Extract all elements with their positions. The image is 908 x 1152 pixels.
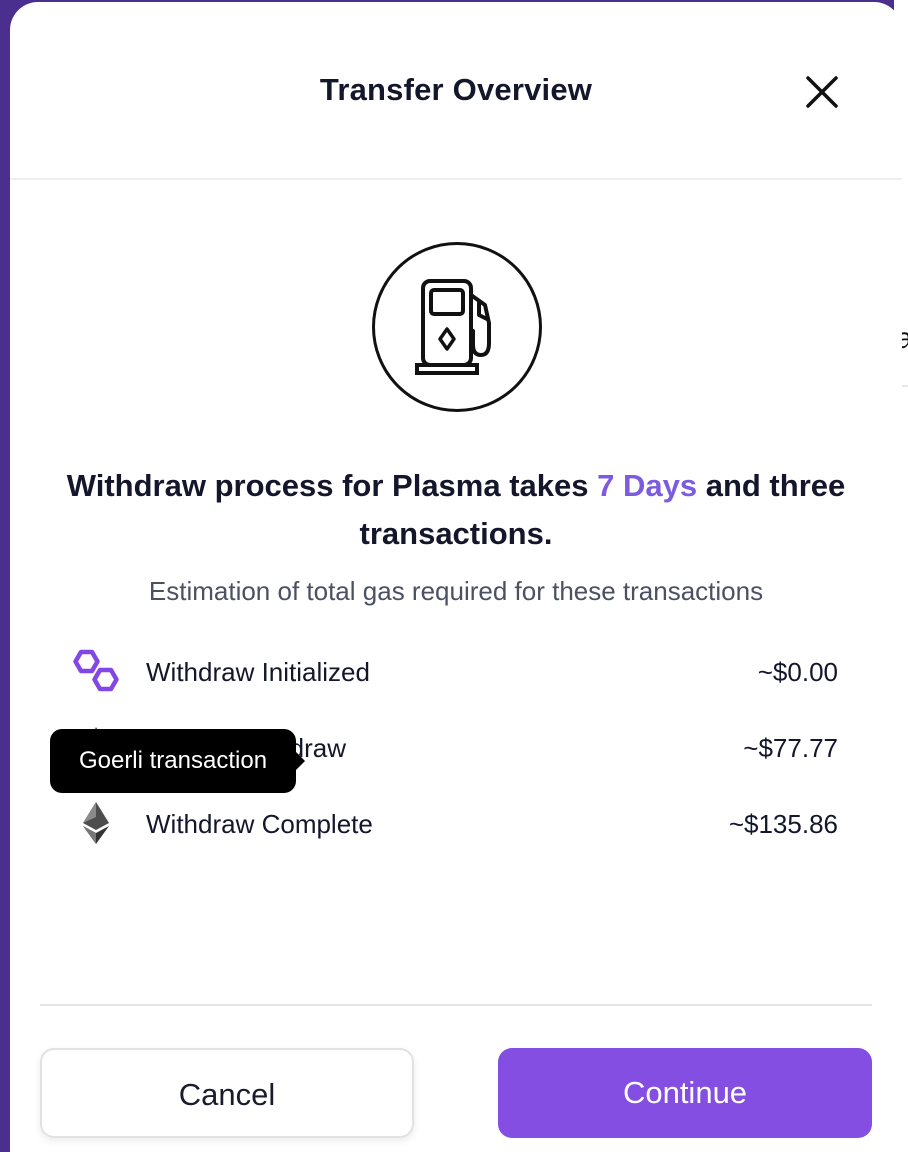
ethereum-icon — [83, 802, 109, 844]
transaction-label: Withdraw Initialized — [146, 657, 370, 687]
close-button[interactable] — [800, 70, 844, 114]
network-tooltip: Goerli transaction — [50, 729, 296, 793]
transfer-overview-modal: Transfer Overview Withdraw process for P… — [10, 2, 902, 1152]
tooltip-arrow — [294, 750, 305, 772]
modal-title: Transfer Overview — [319, 72, 593, 107]
footer-divider — [40, 1004, 872, 1006]
polygon-icon — [73, 649, 119, 692]
continue-button[interactable]: Continue — [498, 1048, 872, 1138]
gas-estimation-subtitle: Estimation of total gas required for the… — [148, 576, 764, 606]
cancel-button[interactable]: Cancel — [40, 1048, 414, 1138]
transaction-row: Withdraw Initialized ~$0.00 — [10, 647, 902, 697]
modal-header: Transfer Overview — [10, 2, 902, 180]
transaction-gas-amount: ~$77.77 — [743, 733, 838, 763]
transaction-gas-amount: ~$0.00 — [757, 657, 838, 687]
close-icon — [806, 76, 838, 108]
gas-pump-icon — [415, 279, 491, 375]
withdraw-headline: Withdraw process for Plasma takes 7 Days… — [50, 462, 862, 558]
transaction-gas-amount: ~$135.86 — [728, 809, 838, 839]
transaction-row: Withdraw Complete ~$135.86 — [10, 799, 902, 849]
headline-prefix: Withdraw process for Plasma takes — [66, 468, 598, 503]
transaction-label: Withdraw Complete — [146, 809, 373, 839]
gas-pump-badge — [372, 242, 542, 412]
headline-duration: 7 Days — [597, 468, 698, 503]
